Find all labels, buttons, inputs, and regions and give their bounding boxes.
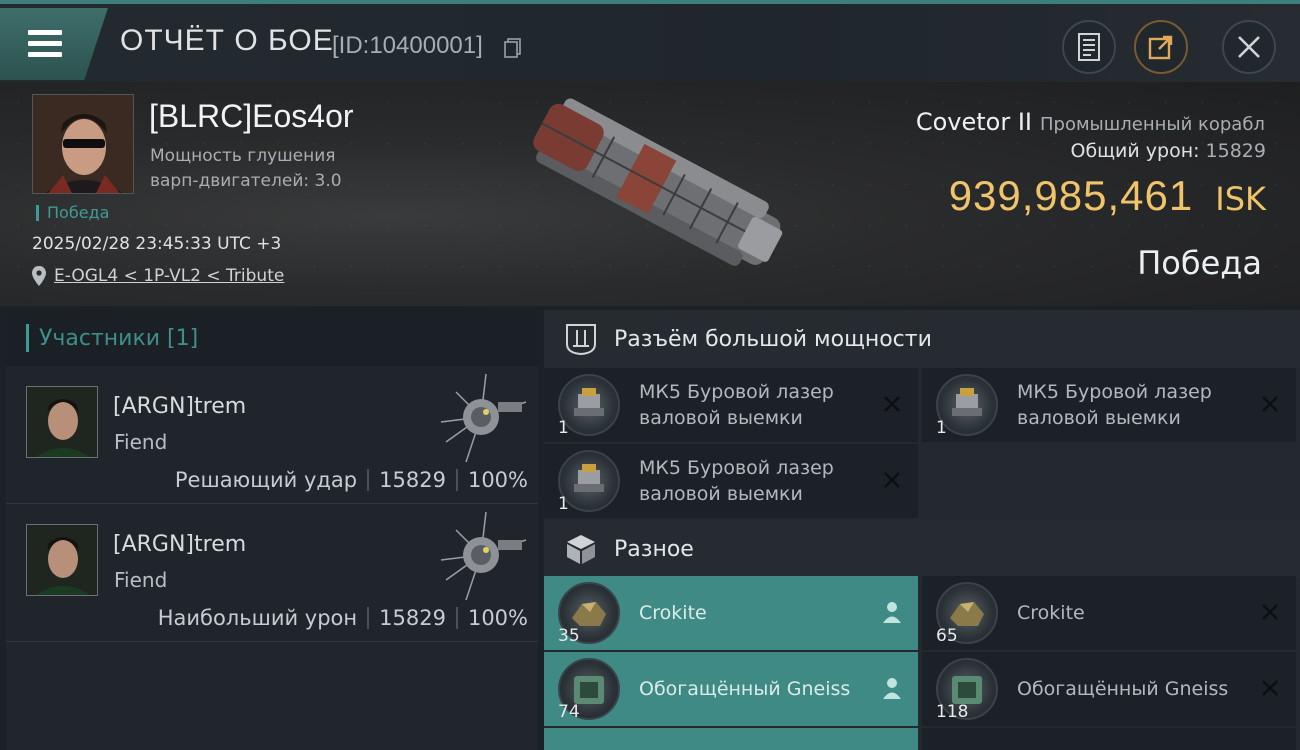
slot-quantity: 65 <box>936 626 958 646</box>
victim-ship-line: Covetor II Промышленный корабл <box>916 108 1266 136</box>
module-name: МК5 Буровой лазер валовой выемки <box>639 457 834 505</box>
participant-ship: Fiend <box>114 430 168 454</box>
destroyed-x-icon <box>884 396 900 412</box>
participant-ship: Fiend <box>114 568 168 592</box>
destroyed-x-icon <box>884 472 900 488</box>
total-damage-label: Общий урон: <box>1070 140 1200 162</box>
top-bar: ОТЧЁТ О БОЕ [ID:10400001] <box>0 0 1300 82</box>
participant-ship-image <box>440 373 527 463</box>
participant-stats: Решающий удар 15829 100% <box>175 468 528 492</box>
battle-result: Победа <box>1137 244 1262 282</box>
participant-name[interactable]: [ARGN]trem <box>113 394 246 419</box>
victim-name[interactable]: [BLRC]Eos4or <box>149 98 354 135</box>
fitting-panel: Разъём большой мощности 1 МК5 Буровой ла… <box>544 310 1300 750</box>
high-slots-header: Разъём большой мощности <box>544 310 1300 368</box>
menu-icon <box>28 30 62 58</box>
participants-panel: Участники [1] [ARGN]trem Fiend Решающий … <box>6 310 538 750</box>
log-button[interactable] <box>1062 20 1116 74</box>
module-slot[interactable]: 1 МК5 Буровой лазер валовой выемки <box>544 368 918 442</box>
menu-button[interactable] <box>0 8 108 80</box>
kill-location[interactable]: E-OGL4 < 1P-VL2 < Tribute <box>32 266 284 286</box>
isk-amount: 939,985,461 <box>948 172 1194 219</box>
report-id: [ID:10400001] <box>332 32 483 59</box>
misc-title: Разное <box>614 536 694 562</box>
participant-percent: 100% <box>467 468 528 492</box>
high-slots-title: Разъём большой мощности <box>614 326 932 352</box>
participants-title: Участники [1] <box>39 325 199 351</box>
participant-name[interactable]: [ARGN]trem <box>113 532 246 557</box>
participant-stats: Наибольший урон 15829 100% <box>158 606 528 630</box>
page-title: ОТЧЁТ О БОЕ <box>120 24 334 57</box>
victim-summary: [BLRC]Eos4or Мощность глушения варп-двиг… <box>0 82 1300 306</box>
participant-role: Решающий удар <box>174 468 358 492</box>
module-slot[interactable]: 1 МК5 Буровой лазер валовой выемки <box>922 368 1296 442</box>
dropped-person-icon <box>883 678 901 699</box>
item-name: Crokite <box>1017 602 1085 624</box>
participants-header: Участники [1] <box>6 310 538 366</box>
ship-name[interactable]: Covetor II <box>916 108 1032 136</box>
slot-quantity: 1 <box>558 418 569 438</box>
cargo-item[interactable] <box>922 728 1296 750</box>
participant-avatar[interactable] <box>26 386 98 458</box>
slot-quantity: 1 <box>558 494 569 514</box>
module-slot[interactable]: 1 МК5 Буровой лазер валовой выемки <box>544 444 918 518</box>
close-button[interactable] <box>1222 20 1276 74</box>
dropped-person-icon <box>883 602 901 623</box>
total-damage-value: 15829 <box>1205 140 1266 162</box>
cargo-item[interactable]: 74 Обогащённый Gneiss <box>544 652 918 726</box>
copy-icon[interactable] <box>504 38 522 58</box>
share-icon <box>1148 35 1173 60</box>
total-damage: Общий урон: 15829 <box>1070 140 1266 162</box>
status-badge: Победа <box>36 205 109 221</box>
cargo-item[interactable]: 118 Обогащённый Gneiss <box>922 652 1296 726</box>
item-name: Crokite <box>639 602 707 624</box>
high-slot-icon <box>566 324 596 356</box>
item-name: Обогащённый Gneiss <box>1017 678 1229 700</box>
destroyed-x-icon <box>1262 680 1278 696</box>
item-name: Обогащённый Gneiss <box>639 678 851 700</box>
misc-header: Разное <box>544 520 1300 578</box>
share-button[interactable] <box>1134 20 1188 74</box>
close-icon <box>1238 36 1260 58</box>
slot-quantity: 1 <box>936 418 947 438</box>
warp-scramble-strength: Мощность глушения варп-двигателей: 3.0 <box>150 146 342 191</box>
module-name: МК5 Буровой лазер валовой выемки <box>1017 381 1212 429</box>
destroyed-x-icon <box>1262 604 1278 620</box>
cargo-item[interactable] <box>544 728 918 750</box>
victim-avatar[interactable] <box>32 94 134 194</box>
cargo-item[interactable]: 35 Crokite <box>544 576 918 650</box>
destroyed-x-icon <box>1262 396 1278 412</box>
document-icon <box>1078 33 1100 61</box>
slot-quantity: 74 <box>558 702 580 722</box>
module-name: МК5 Буровой лазер валовой выемки <box>639 381 834 429</box>
cargo-item[interactable]: 65 Crokite <box>922 576 1296 650</box>
participant-ship-image <box>440 511 527 601</box>
location-link[interactable]: E-OGL4 < 1P-VL2 < Tribute <box>54 266 284 286</box>
participant-percent: 100% <box>467 606 528 630</box>
participant-role: Наибольший урон <box>157 606 358 630</box>
ship-class: Промышленный корабл <box>1040 114 1265 135</box>
slot-quantity: 118 <box>936 702 969 722</box>
participant-row[interactable]: [ARGN]trem Fiend Наибольший урон 15829 1… <box>6 506 538 642</box>
participant-row[interactable]: [ARGN]trem Fiend Решающий удар 15829 100… <box>6 368 538 504</box>
location-pin-icon <box>32 266 46 286</box>
kill-timestamp: 2025/02/28 23:45:33 UTC +3 <box>32 234 282 254</box>
isk-unit: ISK <box>1215 180 1266 218</box>
cargo-box-icon <box>567 535 595 564</box>
participant-damage: 15829 <box>379 468 446 492</box>
participant-damage: 15829 <box>379 606 446 630</box>
isk-value: 939,985,461 ISK <box>949 172 1266 220</box>
participant-avatar[interactable] <box>26 524 98 596</box>
slot-quantity: 35 <box>558 626 580 646</box>
victim-ship-image <box>533 98 783 266</box>
